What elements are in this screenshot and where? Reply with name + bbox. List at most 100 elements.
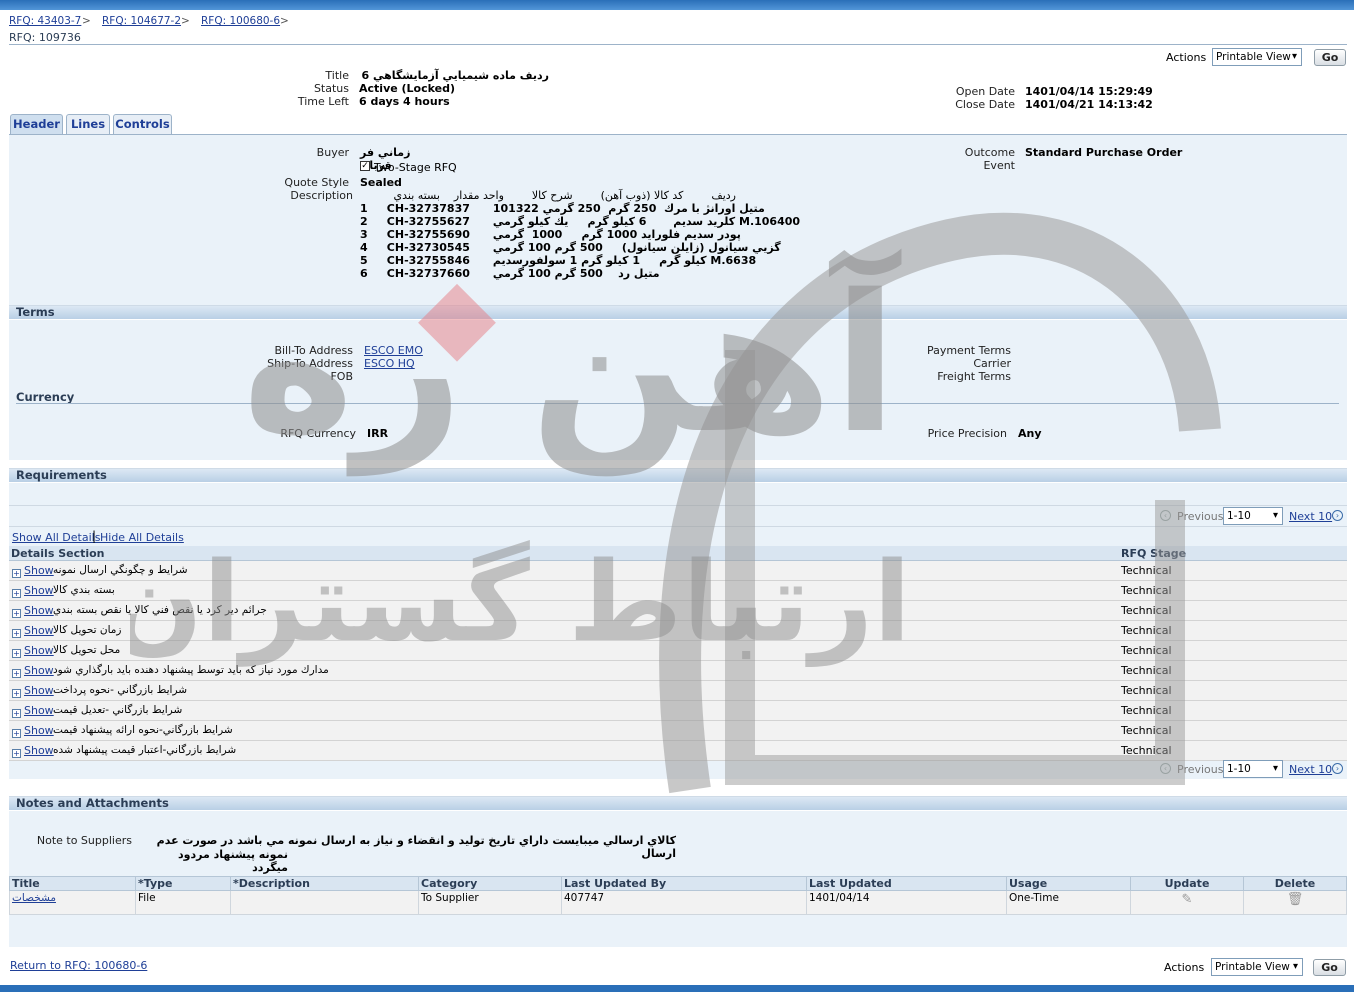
show-link[interactable]: Show (24, 664, 54, 677)
expand-icon[interactable]: + (12, 649, 21, 658)
col-last-updated: Last Updated (806, 876, 1007, 891)
row-stage: Technical (1121, 584, 1172, 597)
breadcrumb-sep: > (280, 15, 289, 27)
row-stage: Technical (1121, 564, 1172, 577)
table-row: + Show شرايط و چگونگي ارسال نمونه Technical (9, 561, 1347, 581)
row-text: بسته بندي كالا (53, 584, 115, 596)
billto-label: Bill-To Address (274, 344, 353, 357)
previous-icon: ‹ (1160, 763, 1171, 774)
table-row: + Show مدارك مورد نياز كه بايد توسط پيشنها… (9, 661, 1347, 681)
attachment-title-link[interactable]: مشخصات (12, 892, 56, 904)
price-precision-label: Price Precision (927, 427, 1007, 440)
title-label: Title (325, 69, 349, 82)
row-text: شرايط بازرگاني -تعديل قيمت (53, 704, 183, 716)
actions-label-bottom: Actions (1164, 961, 1205, 974)
actions-select[interactable]: Printable View (1212, 48, 1302, 66)
show-link[interactable]: Show (24, 724, 54, 737)
expand-icon[interactable]: + (12, 729, 21, 738)
actions-select-bottom[interactable]: Printable View (1211, 958, 1303, 976)
col-update: Update (1130, 876, 1244, 891)
next-link-bottom[interactable]: Next 10 (1289, 763, 1332, 776)
breadcrumb-1[interactable]: RFQ: 43403-7 (9, 15, 81, 27)
description-label: Description (290, 189, 353, 202)
expand-icon[interactable]: + (12, 689, 21, 698)
table-row: + Show محل تحويل كالا Technical (9, 641, 1347, 661)
status-value: Active (Locked) (359, 82, 456, 95)
tab-lines[interactable]: Lines (66, 114, 110, 134)
row-stage: Technical (1121, 704, 1172, 717)
row-stage: Technical (1121, 624, 1172, 637)
attachment-type: File (135, 890, 231, 915)
expand-icon[interactable]: + (12, 669, 21, 678)
show-link[interactable]: Show (24, 744, 54, 757)
breadcrumb-2[interactable]: RFQ: 104677-2 (102, 15, 181, 27)
trash-icon[interactable]: 🗑 (1287, 892, 1304, 907)
return-link[interactable]: Return to RFQ: 100680-6 (10, 959, 147, 972)
two-stage-checkbox[interactable]: ✓ (360, 161, 370, 171)
tab-controls[interactable]: Controls (113, 114, 172, 134)
show-link[interactable]: Show (24, 644, 54, 657)
page-title: RFQ: 109736 (9, 31, 81, 44)
tab-header[interactable]: Header (10, 114, 63, 134)
attachment-updated-by: 407747 (561, 890, 807, 915)
previous-icon: ‹ (1160, 510, 1171, 521)
description-line-1: 1 CH-32737837 متيل اورانژ با مرك 250 گرم… (360, 202, 765, 215)
currency-subheader: Currency (16, 390, 75, 404)
description-line-6: 6 CH-32737660 متيل رد 500 گرم 100 گرمي (360, 267, 660, 280)
description-line-5: 5 CH-32755846 كيلو گرم 1 كيلو گرم 1 سولف… (360, 254, 757, 267)
table-row: + Show شرايط بازرگاني-نحوه ارائه پيشنهاد ق… (9, 721, 1347, 741)
open-date-label: Open Date (955, 85, 1015, 98)
expand-icon[interactable]: + (12, 749, 21, 758)
col-details-section: Details Section (11, 547, 105, 560)
outcome-value: Standard Purchase Order (1025, 146, 1183, 159)
go-button[interactable]: Go (1314, 49, 1346, 66)
col-description: *Description (230, 876, 419, 891)
show-link[interactable]: Show (24, 704, 54, 717)
hide-all-details-link[interactable]: Hide All Details (100, 531, 184, 544)
expand-icon[interactable]: + (12, 609, 21, 618)
timeleft-value: 6 days 4 hours (359, 95, 450, 108)
show-link[interactable]: Show (24, 604, 54, 617)
page-range-select[interactable]: 1-10 (1223, 507, 1283, 525)
attachment-category: To Supplier (418, 890, 562, 915)
pencil-icon[interactable]: ✎ (1182, 892, 1193, 907)
table-row: + Show جرائم دير كرد يا نقص فني كالا يا نق… (9, 601, 1347, 621)
show-link[interactable]: Show (24, 584, 54, 597)
billto-link[interactable]: ESCO EMO (364, 344, 423, 357)
table-row: + Show شرايط بازرگاني -تعديل قيمت Technical (9, 701, 1347, 721)
notes-section-header: Notes and Attachments (9, 796, 1347, 810)
top-banner (0, 0, 1354, 10)
expand-icon[interactable]: + (12, 709, 21, 718)
carrier-label: Carrier (973, 357, 1011, 370)
outcome-label: Outcome (964, 146, 1015, 159)
divider (9, 526, 1347, 527)
expand-icon[interactable]: + (12, 589, 21, 598)
description-line-2: 2 CH-32755627 كلريد سديم 6 كيلو گرم يك ك… (360, 215, 801, 228)
attachment-updated: 1401/04/14 (806, 890, 1007, 915)
shipto-link[interactable]: ESCO HQ (364, 357, 415, 370)
payment-terms-label: Payment Terms (926, 344, 1011, 357)
go-button-bottom[interactable]: Go (1313, 959, 1346, 976)
show-link[interactable]: Show (24, 624, 54, 637)
expand-icon[interactable]: + (12, 569, 21, 578)
show-link[interactable]: Show (24, 684, 54, 697)
divider (9, 44, 1347, 45)
table-row: + Show شرايط بازرگاني -نحوه پرداخت Technica… (9, 681, 1347, 701)
next-icon[interactable]: › (1332, 510, 1343, 521)
expand-icon[interactable]: + (12, 629, 21, 638)
attachment-usage: One-Time (1006, 890, 1131, 915)
next-link[interactable]: Next 10 (1289, 510, 1332, 523)
two-stage-label: Two-Stage RFQ (374, 161, 457, 174)
col-rfq-stage: RFQ Stage (1121, 547, 1187, 560)
previous-link: Previous (1177, 510, 1224, 523)
row-stage: Technical (1121, 644, 1172, 657)
show-link[interactable]: Show (24, 564, 54, 577)
next-icon[interactable]: › (1332, 763, 1343, 774)
show-all-details-link[interactable]: Show All Details (12, 531, 100, 544)
separator: | (92, 529, 97, 543)
page-range-select-bottom[interactable]: 1-10 (1223, 760, 1283, 778)
row-text: مدارك مورد نياز كه بايد توسط پيشنهاد دهن… (53, 664, 329, 676)
row-stage: Technical (1121, 724, 1172, 737)
breadcrumb-3[interactable]: RFQ: 100680-6 (201, 15, 280, 27)
attachment-description (230, 890, 419, 915)
